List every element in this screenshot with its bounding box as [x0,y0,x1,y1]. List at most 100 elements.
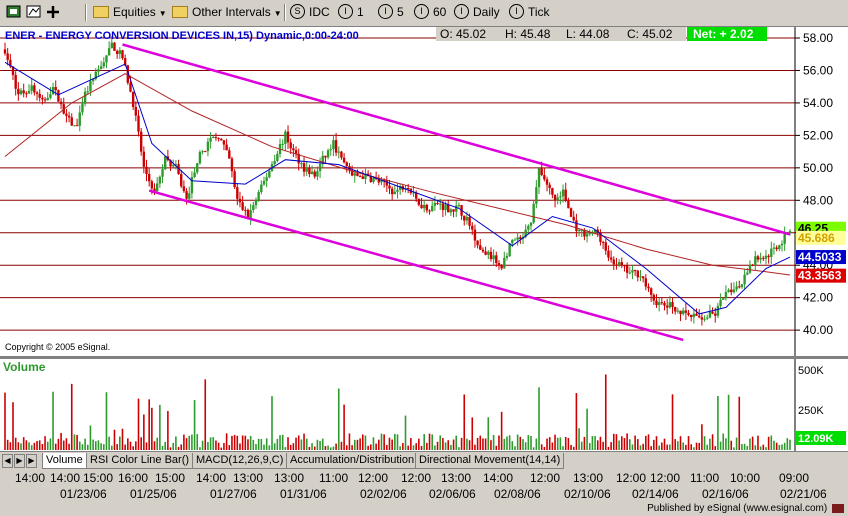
interval-icon: I [454,4,469,20]
candle-body [65,113,68,116]
candle-body [212,136,215,138]
candle-body [452,209,455,212]
candle-body [241,202,244,210]
chevron-down-icon: ▼ [273,9,282,18]
candle-body [553,194,557,201]
candle-body [393,191,397,195]
candle-body [19,90,23,95]
y-tick-label: 52.00 [803,128,833,142]
candle-body [17,88,20,95]
candle-body [420,204,423,209]
toolbar: Equities ▼ Other Intervals ▼ S IDC I1 I5 I6… [0,0,848,27]
candle-body [406,188,410,190]
candle-body [564,189,567,202]
tab-scroll-right-icon[interactable]: ▶ [14,454,25,468]
candle-body [217,137,220,139]
candle-body [390,188,394,195]
candle-body [500,265,503,269]
equities-dropdown[interactable]: Equities ▼ [93,3,167,22]
candle-body [548,184,551,189]
chart-layout-icon[interactable] [6,3,66,22]
candle-body [417,198,421,205]
other-intervals-dropdown[interactable]: Other Intervals ▼ [172,3,282,22]
tab-directional-movement[interactable]: Directional Movement(14,14) [415,453,565,469]
candle-body [332,140,335,150]
candle-body [679,310,682,315]
candle-body [687,312,690,315]
y-tick-label: 54.00 [803,96,833,110]
candle-body [457,205,461,207]
interval-1-button[interactable]: I1 [338,3,364,22]
candle-body [657,302,661,306]
candle-body [244,209,247,211]
x-time-label: 14:00 [15,471,46,485]
candle-body [180,174,183,187]
candle-body [249,210,252,219]
open-value: O: 45.02 [440,27,486,41]
candle-body [673,307,677,312]
interval-60-button[interactable]: I 60 [414,3,446,22]
candle-body [14,75,17,89]
candle-body [711,311,714,314]
tab-rsi[interactable]: RSI Color Line Bar() [86,453,194,469]
candle-body [316,171,319,177]
candle-body [214,136,218,138]
candle-body [326,150,330,158]
candle-body [572,216,575,221]
x-time-label: 15:00 [83,471,114,485]
tab-macd[interactable]: MACD(12,26,9,C) [192,453,288,469]
candle-body [561,189,565,197]
candle-body [22,90,25,94]
candle-body [511,239,514,244]
candle-body [198,151,202,164]
y-tick-label: 40.00 [803,323,833,337]
candle-body [623,265,626,267]
candle-body [49,94,52,98]
candle-body [476,240,479,246]
interval-tick-button[interactable]: I Tick [509,3,550,22]
candle-body [345,162,348,167]
candle-body [513,239,517,241]
tab-scroll-left-icon[interactable]: ◀ [2,454,13,468]
candle-body [759,257,762,260]
candle-body [484,251,487,255]
interval-5-button[interactable]: I5 [378,3,404,22]
candle-body [257,192,260,201]
chart-title: ENER - ENERGY CONVERSION DEVICES IN,15) … [5,30,359,42]
footer-credit: Published by eSignal (www.esignal.com) [647,503,844,514]
candle-body [692,313,696,318]
tab-volume[interactable]: Volume [42,453,87,469]
x-time-label: 13:00 [441,471,472,485]
interval-icon: I [414,4,429,20]
candle-body [647,286,650,289]
candle-body [236,187,239,199]
candle-body [652,294,656,301]
x-date-label: 01/31/06 [280,487,327,501]
candle-body [607,250,610,258]
candle-body [81,103,84,113]
candle-body [254,200,258,206]
candle-body [732,289,736,293]
interval-daily-button[interactable]: I Daily [454,3,500,22]
candle-body [684,310,688,313]
candle-body [268,171,271,178]
candle-body [489,251,493,260]
x-time-label: 14:00 [483,471,514,485]
y-tick-label: 58.00 [803,31,833,45]
tab-scroll-end-icon[interactable]: ▶ [26,454,37,468]
tab-accumulation-distribution[interactable]: Accumulation/Distribution [286,453,419,469]
price-chart[interactable]: 40.0042.0044.0046.0048.0050.0052.0054.00… [0,27,848,451]
x-time-label: 13:00 [573,471,604,485]
interval-idc-button[interactable]: S IDC [290,3,330,22]
candle-body [559,196,562,198]
study-tab-bar: ◀ ▶ ▶ Volume RSI Color Line Bar() MACD(1… [0,451,848,470]
candle-body [6,53,9,60]
candle-body [479,245,482,250]
x-time-label: 11:00 [690,471,720,485]
candle-body [70,117,73,126]
esignal-logo-icon [832,503,844,513]
candle-body [286,131,290,143]
candle-body [577,229,581,231]
candle-body [204,151,207,153]
candle-body [505,256,509,258]
